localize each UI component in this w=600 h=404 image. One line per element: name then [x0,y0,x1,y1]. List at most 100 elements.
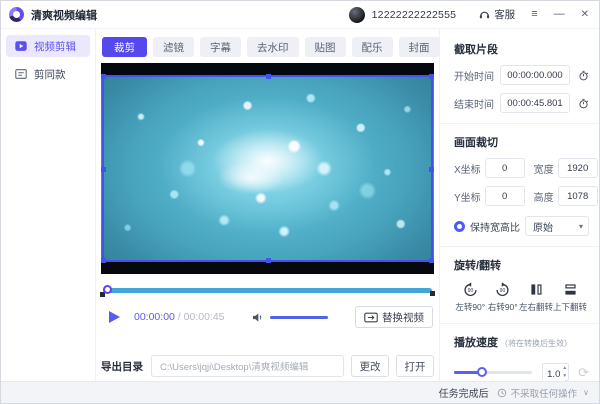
rotate-right-icon: 90 [494,281,511,298]
crop-handle-top-right[interactable] [429,74,434,79]
playback-controls: 00:00:00 / 00:00:45 替换视频 [101,305,434,329]
crop-handle-bottom-left[interactable] [101,258,106,263]
sidebar: 视频剪辑 剪同款 [1,29,96,383]
speed-note: （将在转换后生效） [500,338,572,349]
account-id: 12222222222555 [372,9,457,21]
start-timer-icon[interactable] [578,69,589,82]
height-input[interactable] [558,186,598,206]
tab-cover[interactable]: 封面 [399,37,440,57]
menu-icon[interactable]: ≡ [531,9,537,20]
sidebar-item-video-edit[interactable]: 视频剪辑 [6,35,90,57]
divider [440,123,599,124]
replace-video-button[interactable]: 替换视频 [355,306,433,328]
timeline[interactable] [101,284,434,296]
settings-panel: 截取片段 开始时间 结束时间 画面裁切 X坐标 宽度 Y坐标 [439,29,599,383]
x-coord-label: X坐标 [454,161,481,176]
speed-reset-icon[interactable]: ⟳ [578,366,589,379]
crop-handle-mid-left[interactable] [101,167,106,172]
speed-down-icon[interactable]: ▾ [562,373,567,382]
crop-handle-bottom-mid[interactable] [266,258,271,263]
start-time-row: 开始时间 [454,65,589,85]
total-duration: 00:00:45 [184,311,225,323]
flip-vertical-button[interactable]: 上下翻转 [553,281,587,313]
flip-vertical-icon [562,281,579,298]
video-edit-icon [14,39,28,53]
rotate-left-label: 左转90° [455,301,485,313]
change-path-button[interactable]: 更改 [351,355,389,377]
video-preview[interactable] [101,63,434,274]
speed-slider-row: ▴ ▾ ⟳ [454,363,589,381]
end-time-input[interactable] [500,93,570,113]
current-time: 00:00:00 [134,311,175,323]
start-time-input[interactable] [500,65,570,85]
volume-control [251,311,328,324]
speed-slider-knob[interactable] [477,367,487,377]
sidebar-item-template-cut[interactable]: 剪同款 [6,63,90,85]
crop-handle-top-left[interactable] [101,74,106,79]
open-path-button[interactable]: 打开 [396,355,434,377]
user-avatar[interactable] [349,7,365,23]
width-label: 宽度 [534,161,554,176]
tab-bar: 裁剪 滤镜 字幕 去水印 贴图 配乐 封面 [102,37,440,57]
tab-watermark-removal[interactable]: 去水印 [247,37,299,57]
aspect-ratio-dropdown[interactable]: 原始 ▾ [525,216,589,236]
tab-filter[interactable]: 滤镜 [153,37,194,57]
aspect-ratio-row: 保持宽高比 原始 ▾ [454,216,589,236]
flip-horizontal-button[interactable]: 左右翻转 [519,281,553,313]
speed-section-header: 播放速度 （将在转换后生效） [454,334,589,350]
after-task-label: 任务完成后 [439,385,489,400]
tab-music[interactable]: 配乐 [352,37,393,57]
tab-sticker[interactable]: 贴图 [305,37,346,57]
x-coord-input[interactable] [485,158,525,178]
timeline-track[interactable] [103,288,432,293]
flip-horizontal-label: 左右翻转 [519,301,553,313]
time-display: 00:00:00 / 00:00:45 [134,311,225,323]
divider [440,323,599,324]
keep-aspect-label: 保持宽高比 [470,219,520,234]
divider [440,246,599,247]
main-area: 裁剪 滤镜 字幕 去水印 贴图 配乐 封面 [96,29,441,383]
export-directory-label: 导出目录 [101,359,143,374]
speaker-icon[interactable] [251,311,264,324]
crop-handle-mid-right[interactable] [429,167,434,172]
customer-service-button[interactable]: 客服 [478,7,515,22]
headset-icon [478,8,491,21]
crop-handle-bottom-right[interactable] [429,258,434,263]
svg-text:90: 90 [500,288,506,294]
after-task-dropdown[interactable]: 不采取任何操作 ∨ [497,386,589,400]
speed-slider-track[interactable] [454,371,532,374]
export-path-input[interactable] [151,355,344,377]
speed-up-icon[interactable]: ▴ [562,364,567,373]
titlebar-right: 12222222222555 客服 ≡ — ✕ [349,7,589,23]
crop-selection[interactable] [102,75,433,262]
end-timer-icon[interactable] [578,97,589,110]
tab-subtitle[interactable]: 字幕 [200,37,241,57]
keep-aspect-radio[interactable] [454,221,465,232]
timeline-playhead[interactable] [103,285,112,294]
rotate-right-button[interactable]: 90 右转90° [487,281,520,313]
speed-section-title: 播放速度 [454,334,498,350]
template-cut-icon [14,67,28,81]
status-bar: 任务完成后 不采取任何操作 ∨ [1,381,600,403]
play-button[interactable] [109,311,120,323]
crop-handle-top-mid[interactable] [266,74,271,79]
replace-video-icon [364,312,378,323]
chevron-down-icon: ▾ [579,222,583,231]
sidebar-item-label: 视频剪辑 [34,39,76,54]
aspect-ratio-value: 原始 [533,219,553,234]
y-coord-input[interactable] [485,186,525,206]
crop-section-title: 画面裁切 [454,134,589,150]
close-icon[interactable]: ✕ [581,10,589,20]
tab-crop[interactable]: 裁剪 [102,37,147,57]
rotate-right-label: 右转90° [488,301,518,313]
width-input[interactable] [558,158,598,178]
height-label: 高度 [534,189,554,204]
trim-handle-end[interactable] [430,291,435,296]
rotate-left-icon: 90 [462,281,479,298]
rotate-left-button[interactable]: 90 左转90° [454,281,487,313]
minimize-icon[interactable]: — [554,9,565,20]
volume-slider[interactable] [270,316,328,319]
app-title: 清爽视频编辑 [31,7,97,23]
start-time-label: 开始时间 [454,68,494,83]
speed-value-box: ▴ ▾ [542,363,569,381]
